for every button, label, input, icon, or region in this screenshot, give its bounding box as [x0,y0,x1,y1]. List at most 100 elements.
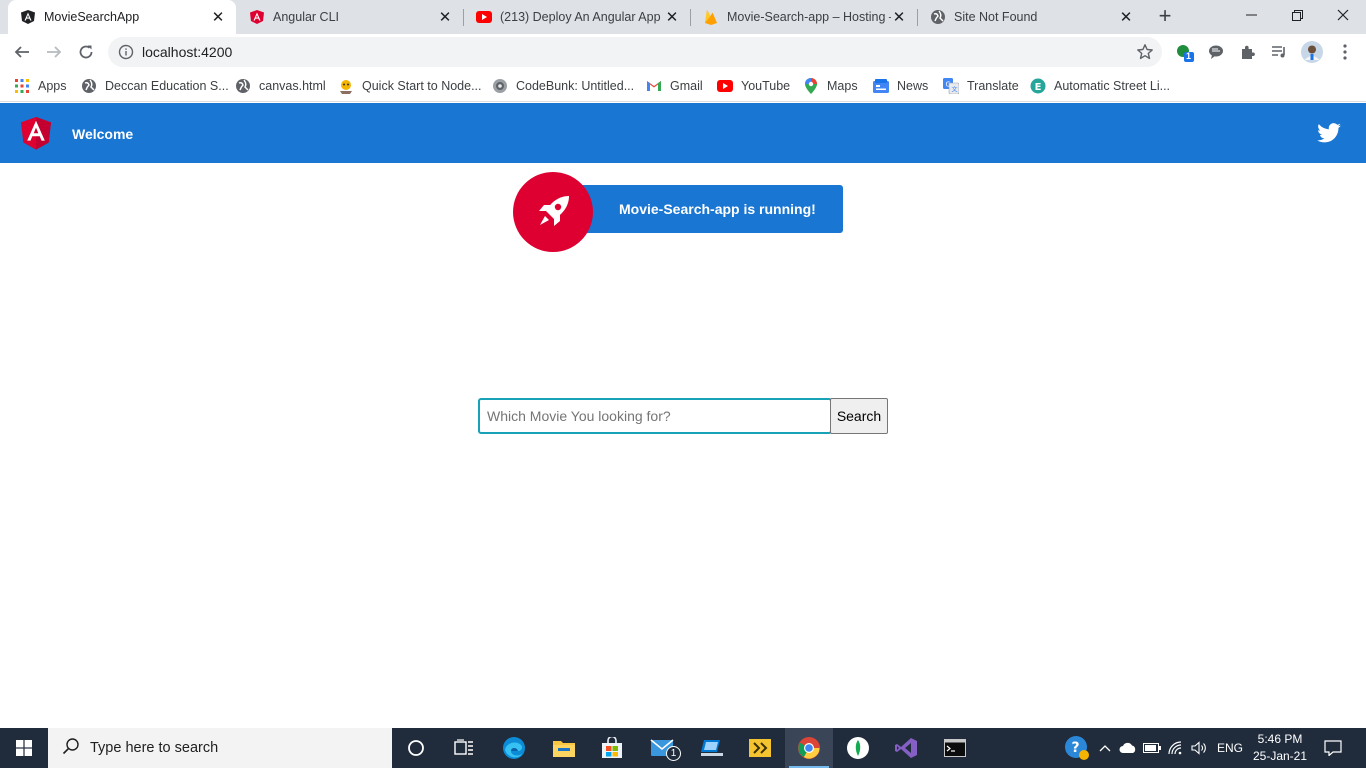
forward-button[interactable] [40,38,68,66]
profile-avatar[interactable] [1300,40,1324,64]
help-icon[interactable]: ? [1064,735,1090,761]
tab-firebase-hosting[interactable]: Movie-Search-app – Hosting – ✕ [691,0,917,34]
close-window-button[interactable] [1320,0,1366,30]
bookmark-label: Automatic Street Li... [1054,79,1171,93]
address-bar[interactable]: localhost:4200 [108,37,1162,67]
extension-badge: 1 [1186,51,1192,61]
bookmark-deccan-education[interactable]: Deccan Education S... [81,76,229,96]
close-tab-icon[interactable]: ✕ [891,9,907,26]
bookmark-star-icon[interactable] [1136,43,1154,61]
app-toolbar: Welcome [0,103,1366,163]
globe-icon [930,9,946,25]
visual-studio-icon[interactable] [882,728,930,768]
extension-green-icon[interactable]: 1 [1174,42,1194,62]
clock-date: 25-Jan-21 [1252,749,1308,763]
angular-icon [20,9,36,25]
twitter-icon[interactable] [1316,120,1342,146]
running-text: Movie-Search-app is running! [619,201,816,217]
action-center-icon[interactable] [1320,736,1346,760]
svg-text:E: E [1035,82,1042,93]
browser-toolbar: localhost:4200 1 [0,34,1366,70]
bookmark-codebunk[interactable]: CodeBunk: Untitled... [492,76,634,96]
close-tab-icon[interactable]: ✕ [437,9,453,26]
close-tab-icon[interactable]: ✕ [1118,9,1134,26]
bookmark-label: Apps [38,79,67,93]
news-icon [873,78,889,94]
restore-button[interactable] [1274,0,1320,30]
maps-icon [803,78,819,94]
bookmark-translate[interactable]: G文 Translate [943,76,1019,96]
translate-icon: G文 [943,78,959,94]
bookmark-quick-start-node[interactable]: Quick Start to Node... [338,76,482,96]
bookmark-apps[interactable]: Apps [14,76,67,96]
bookmark-label: Gmail [670,79,703,93]
bookmark-label: CodeBunk: Untitled... [516,79,635,93]
codebunk-icon [492,78,508,94]
site-info-icon[interactable] [118,44,134,60]
bookmark-gmail[interactable]: Gmail [646,76,703,96]
welcome-text: Welcome [72,126,134,142]
media-control-icon[interactable] [1269,42,1289,62]
edge-icon[interactable] [490,728,538,768]
angular-logo-icon [21,117,51,151]
new-tab-button[interactable]: + [1153,5,1177,29]
taskbar-search-box[interactable]: Type here to search [48,728,392,768]
back-button[interactable] [8,38,36,66]
tab-angular-cli[interactable]: Angular CLI ✕ [237,0,463,34]
onedrive-cloud-icon[interactable] [1118,738,1138,758]
reload-button[interactable] [72,38,100,66]
gmail-icon [646,78,662,94]
volume-icon[interactable] [1189,738,1209,758]
show-hidden-icons-chevron[interactable] [1095,738,1115,758]
bookmark-label: Maps [827,79,858,93]
bookmark-automatic-street[interactable]: E Automatic Street Li... [1030,76,1170,96]
mail-icon[interactable]: 1 [638,728,686,768]
system-clock[interactable]: 5:46 PM 25-Jan-21 [1248,731,1312,765]
command-prompt-icon[interactable] [931,728,979,768]
bookmarks-bar: Apps Deccan Education S... canvas.html Q… [0,70,1366,102]
e-icon: E [1030,78,1046,94]
cortana-icon[interactable] [392,728,440,768]
search-button[interactable]: Search [830,398,888,434]
close-tab-icon[interactable]: ✕ [210,9,226,26]
bookmark-news[interactable]: News [873,76,928,96]
tab-title: Movie-Search-app – Hosting – [727,10,891,24]
mongodb-compass-icon[interactable] [834,728,882,768]
battery-icon[interactable] [1142,738,1162,758]
tab-title: MovieSearchApp [44,10,140,24]
bookmark-label: Quick Start to Node... [362,79,482,93]
windows-taskbar: Type here to search 1 ? ENG 5:46 PM 25-J… [0,728,1366,768]
youtube-icon [476,9,492,25]
chrome-icon[interactable] [785,728,833,768]
node-icon [338,78,354,94]
extensions-puzzle-icon[interactable] [1238,42,1258,62]
windows-start-icon[interactable] [0,728,48,768]
close-tab-icon[interactable]: ✕ [664,9,680,26]
folder-sync-icon[interactable] [736,728,784,768]
file-explorer-icon[interactable] [540,728,588,768]
firebase-icon [703,9,719,25]
apps-grid-icon [14,78,30,94]
tab-youtube-deploy[interactable]: (213) Deploy An Angular App T ✕ [464,0,690,34]
extension-chat-icon[interactable] [1206,42,1226,62]
microsoft-store-icon[interactable] [588,728,636,768]
language-indicator[interactable]: ENG [1217,741,1243,755]
globe-icon [235,78,251,94]
tab-moviesearchapp[interactable]: MovieSearchApp ✕ [8,0,236,34]
tab-strip: MovieSearchApp ✕ Angular CLI ✕ (213) Dep… [0,0,1366,34]
bookmark-canvas[interactable]: canvas.html [235,76,326,96]
remote-desktop-icon[interactable] [688,728,736,768]
movie-search-input[interactable] [478,398,832,434]
wifi-icon[interactable] [1166,738,1186,758]
taskbar-search-placeholder: Type here to search [90,740,219,756]
bookmark-maps[interactable]: Maps [803,76,858,96]
mail-badge: 1 [666,746,681,761]
tab-title: Site Not Found [954,10,1038,24]
bookmark-label: Deccan Education S... [105,79,229,93]
tab-site-not-found[interactable]: Site Not Found ✕ [918,0,1144,34]
chrome-menu-icon[interactable] [1335,42,1355,62]
minimize-button[interactable] [1228,0,1274,30]
bookmark-label: canvas.html [259,79,326,93]
task-view-icon[interactable] [440,728,488,768]
bookmark-youtube[interactable]: YouTube [717,76,790,96]
